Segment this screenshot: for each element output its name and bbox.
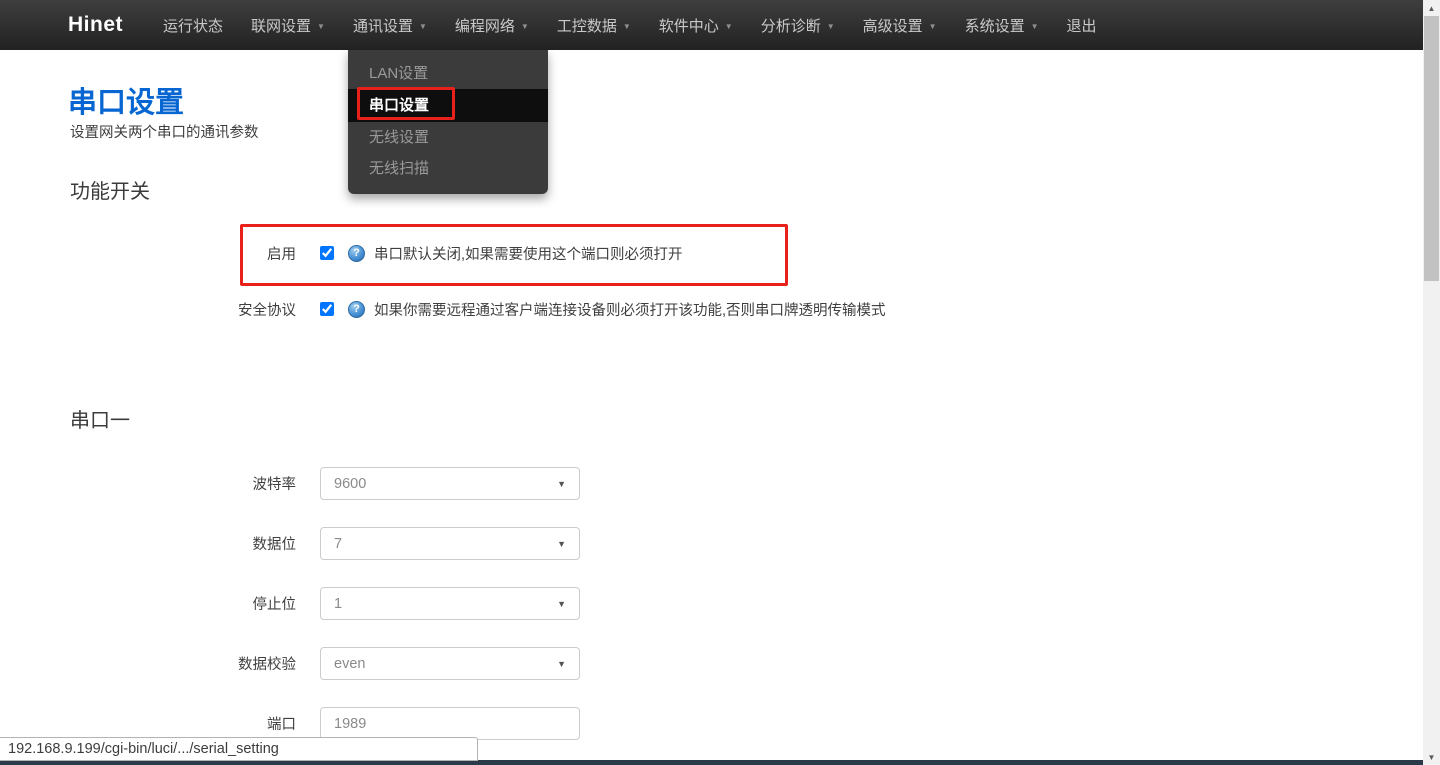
dropdown-arrow-icon: ▼	[557, 538, 566, 549]
data-bits-row: 数据位 7 ▼	[76, 527, 580, 560]
nav-item-label: 通讯设置	[352, 17, 413, 35]
section-heading-serial-port-one: 串口一	[70, 410, 130, 432]
baud-rate-value: 9600	[334, 475, 367, 492]
nav-item-advanced-settings[interactable]: 高级设置 ▼	[849, 0, 951, 50]
nav-item-label: 工控数据	[556, 17, 617, 35]
link-preview-statusbar: 192.168.9.199/cgi-bin/luci/.../serial_se…	[0, 737, 478, 761]
data-bits-select[interactable]: 7 ▼	[320, 527, 580, 560]
nav-item-label: 退出	[1066, 17, 1097, 35]
stop-bits-label: 停止位	[252, 597, 297, 613]
data-bits-value: 7	[334, 535, 343, 552]
parity-value: even	[334, 655, 366, 672]
page-subtitle: 设置网关两个串口的通讯参数	[70, 125, 259, 141]
nav-item-software-center[interactable]: 软件中心 ▼	[645, 0, 747, 50]
dropdown-item-wireless-scan[interactable]: 无线扫描	[348, 153, 548, 184]
baud-rate-label: 波特率	[252, 477, 297, 493]
port-row: 端口	[76, 707, 580, 740]
nav-item-network-settings[interactable]: 联网设置 ▼	[237, 0, 339, 50]
nav-item-analysis-diagnosis[interactable]: 分析诊断 ▼	[747, 0, 849, 50]
parity-select[interactable]: even ▼	[320, 647, 580, 680]
top-navbar: Hinet 运行状态 联网设置 ▼ 通讯设置 ▼ 编程网络 ▼ 工控数据 ▼ 软…	[0, 0, 1423, 50]
port-label: 端口	[267, 717, 296, 733]
enable-checkbox[interactable]	[320, 246, 334, 260]
dropdown-arrow-icon: ▼	[557, 658, 566, 669]
nav-item-industrial-data[interactable]: 工控数据 ▼	[543, 0, 645, 50]
dropdown-arrow-icon: ▼	[557, 478, 566, 489]
stop-bits-row: 停止位 1 ▼	[76, 587, 580, 620]
scrollbar-up-arrow-icon[interactable]: ▲	[1423, 0, 1440, 16]
vertical-scrollbar[interactable]: ▲ ▼	[1423, 0, 1440, 765]
nav-item-logout[interactable]: 退出	[1053, 0, 1111, 50]
section-heading-function-switches: 功能开关	[70, 181, 150, 203]
enable-help-text: 串口默认关闭,如果需要使用这个端口则必须打开	[374, 246, 683, 263]
nav-item-programming-network[interactable]: 编程网络 ▼	[441, 0, 543, 50]
parity-row: 数据校验 even ▼	[76, 647, 580, 680]
chevron-down-icon: ▼	[1030, 21, 1039, 31]
chevron-down-icon: ▼	[622, 21, 631, 31]
comm-settings-dropdown-menu: LAN设置 串口设置 无线设置 无线扫描	[348, 50, 548, 194]
dropdown-arrow-icon: ▼	[557, 598, 566, 609]
nav-item-run-status[interactable]: 运行状态	[149, 0, 237, 50]
secure-protocol-label: 安全协议	[238, 302, 296, 319]
enable-label: 启用	[267, 246, 296, 263]
enable-row: 启用 ? 串口默认关闭,如果需要使用这个端口则必须打开	[76, 242, 683, 264]
nav-item-label: 高级设置	[862, 17, 923, 35]
nav-item-label: 系统设置	[964, 17, 1025, 35]
dropdown-item-serial-settings[interactable]: 串口设置	[348, 89, 548, 122]
page-title: 串口设置	[68, 87, 185, 119]
port-input[interactable]	[320, 707, 580, 740]
nav-item-label: 分析诊断	[760, 17, 821, 35]
nav-item-label: 运行状态	[163, 17, 224, 35]
chevron-down-icon: ▼	[724, 21, 733, 31]
baud-rate-select[interactable]: 9600 ▼	[320, 467, 580, 500]
parity-label: 数据校验	[238, 657, 296, 673]
chevron-down-icon: ▼	[418, 21, 427, 31]
brand-logo[interactable]: Hinet	[68, 13, 123, 37]
nav-item-label: 软件中心	[658, 17, 719, 35]
dropdown-item-wireless-settings[interactable]: 无线设置	[348, 122, 548, 153]
stop-bits-select[interactable]: 1 ▼	[320, 587, 580, 620]
chevron-down-icon: ▼	[520, 21, 529, 31]
nav-item-comm-settings[interactable]: 通讯设置 ▼	[339, 0, 441, 50]
nav-item-label: 联网设置	[251, 17, 312, 35]
scrollbar-down-arrow-icon[interactable]: ▼	[1423, 749, 1440, 765]
nav-item-label: 编程网络	[454, 17, 515, 35]
chevron-down-icon: ▼	[826, 21, 835, 31]
secure-protocol-row: 安全协议 ? 如果你需要远程通过客户端连接设备则必须打开该功能,否则串口牌透明传…	[76, 298, 886, 320]
secure-protocol-checkbox[interactable]	[320, 302, 334, 316]
data-bits-label: 数据位	[252, 537, 297, 553]
dropdown-item-lan-settings[interactable]: LAN设置	[348, 58, 548, 89]
baud-rate-row: 波特率 9600 ▼	[76, 467, 580, 500]
scrollbar-thumb[interactable]	[1424, 16, 1439, 281]
chevron-down-icon: ▼	[928, 21, 937, 31]
secure-protocol-help-text: 如果你需要远程通过客户端连接设备则必须打开该功能,否则串口牌透明传输模式	[374, 302, 886, 319]
help-icon[interactable]: ?	[348, 244, 365, 262]
screen: Hinet 运行状态 联网设置 ▼ 通讯设置 ▼ 编程网络 ▼ 工控数据 ▼ 软…	[0, 0, 1440, 765]
nav-item-system-settings[interactable]: 系统设置 ▼	[951, 0, 1053, 50]
chevron-down-icon: ▼	[317, 21, 325, 31]
stop-bits-value: 1	[334, 595, 343, 612]
help-icon[interactable]: ?	[348, 300, 365, 318]
